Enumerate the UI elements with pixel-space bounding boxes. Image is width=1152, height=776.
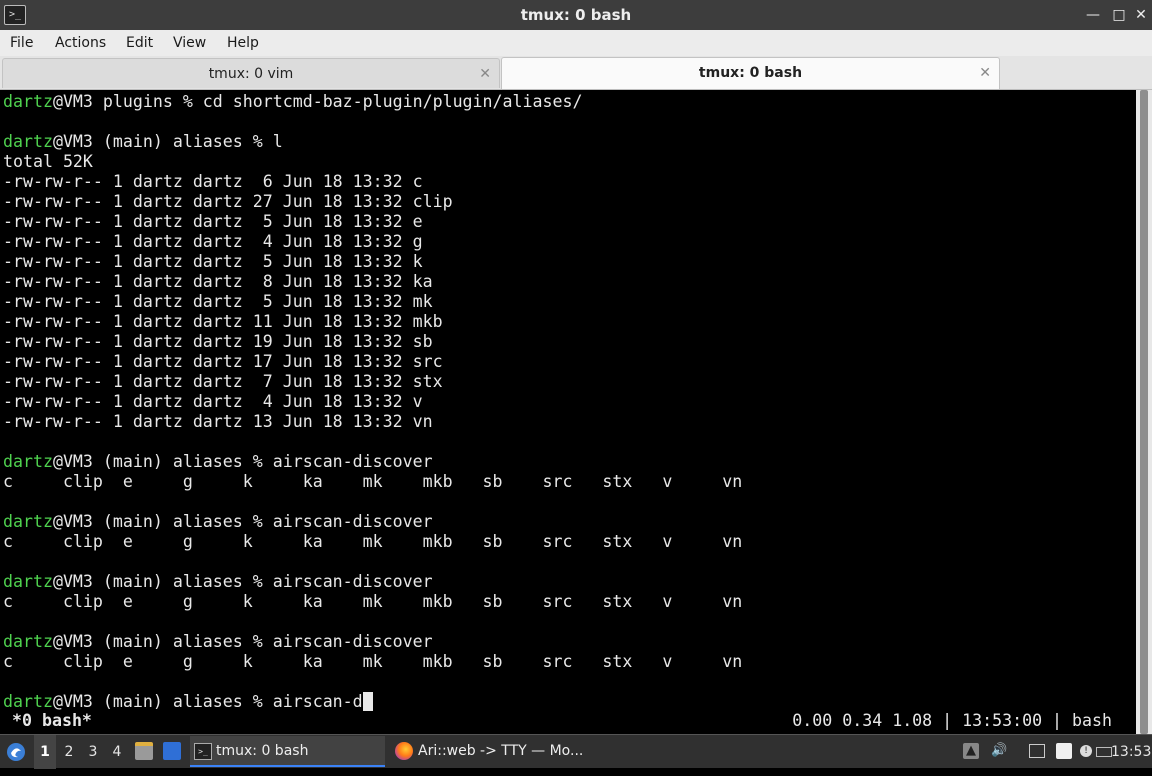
desktop-icon[interactable]: [163, 742, 181, 760]
output-line: -rw-rw-r-- 1 dartz dartz 17 Jun 18 13:32…: [3, 352, 443, 371]
output-line: -rw-rw-r-- 1 dartz dartz 19 Jun 18 13:32…: [3, 332, 433, 351]
output-line: -rw-rw-r-- 1 dartz dartz 27 Jun 18 13:32…: [3, 192, 453, 211]
menu-bar: File Actions Edit View Help: [0, 30, 1152, 56]
output-line: -rw-rw-r-- 1 dartz dartz 5 Jun 18 13:32 …: [3, 212, 423, 231]
tmux-status-right: 0.00 0.34 1.08 | 13:53:00 | bash: [792, 711, 1112, 730]
output-line: -rw-rw-r-- 1 dartz dartz 8 Jun 18 13:32 …: [3, 272, 433, 291]
output-line: -rw-rw-r-- 1 dartz dartz 5 Jun 18 13:32 …: [3, 292, 433, 311]
prompt-user: dartz: [3, 572, 53, 591]
maximize-icon[interactable]: □: [1108, 4, 1130, 26]
menu-edit[interactable]: Edit: [124, 30, 155, 56]
close-icon[interactable]: ✕: [1130, 4, 1152, 26]
prompt-line: dartz@VM3 (main) aliases % airscan-d: [3, 692, 373, 712]
firefox-icon: [395, 742, 413, 760]
prompt-line: dartz@VM3 (main) aliases % airscan-disco…: [3, 572, 433, 592]
output-line: c clip e g k ka mk mkb sb src stx v vn: [3, 472, 743, 491]
prompt-command: @VM3 (main) aliases % airscan-d: [52, 692, 363, 711]
task-firefox[interactable]: Ari::web -> TTY — Mo...: [392, 736, 592, 767]
prompt-line: dartz@VM3 (main) aliases % l: [3, 132, 283, 152]
output-line: -rw-rw-r-- 1 dartz dartz 7 Jun 18 13:32 …: [3, 372, 443, 391]
terminal-icon: >_: [194, 743, 212, 760]
tmux-window-status: *0 bash*: [12, 711, 92, 730]
app-menu-icon[interactable]: [4, 735, 28, 769]
menu-file[interactable]: File: [8, 30, 35, 56]
clock: 13:53: [1111, 744, 1152, 760]
workspace-3[interactable]: 3: [82, 735, 104, 769]
tab-vim[interactable]: tmux: 0 vim ✕: [2, 58, 500, 88]
tab-label: tmux: 0 vim: [208, 66, 294, 82]
output-line: -rw-rw-r-- 1 dartz dartz 13 Jun 18 13:32…: [3, 412, 433, 431]
prompt-command: @VM3 (main) aliases % airscan-discover: [52, 452, 433, 471]
prompt-command: @VM3 (main) aliases % airscan-discover: [52, 512, 433, 531]
output-line: -rw-rw-r-- 1 dartz dartz 11 Jun 18 13:32…: [3, 312, 443, 331]
tab-label: tmux: 0 bash: [698, 65, 803, 81]
text-cursor: [362, 692, 373, 711]
prompt-user: dartz: [3, 512, 53, 531]
tab-bash[interactable]: tmux: 0 bash ✕: [501, 57, 1000, 89]
prompt-line: dartz@VM3 plugins % cd shortcmd-baz-plug…: [3, 92, 582, 112]
keyboard-icon[interactable]: [1096, 747, 1112, 757]
notification-icon[interactable]: !: [1080, 745, 1092, 757]
task-label: Ari::web -> TTY — Mo...: [418, 743, 584, 759]
output-line: c clip e g k ka mk mkb sb src stx v vn: [3, 532, 743, 551]
prompt-command: @VM3 (main) aliases % l: [52, 132, 283, 151]
output-line: -rw-rw-r-- 1 dartz dartz 4 Jun 18 13:32 …: [3, 232, 423, 251]
output-line: -rw-rw-r-- 1 dartz dartz 5 Jun 18 13:32 …: [3, 252, 423, 271]
network-icon[interactable]: [1029, 744, 1045, 758]
terminal-output[interactable]: dartz@VM3 plugins % cd shortcmd-baz-plug…: [0, 90, 1136, 734]
task-label: tmux: 0 bash: [216, 743, 309, 759]
eject-icon[interactable]: ▲: [963, 743, 979, 759]
taskbar: 1 2 3 4 >_ tmux: 0 bash Ari::web -> TTY …: [0, 734, 1152, 769]
window-titlebar[interactable]: >_ tmux: 0 bash — □ ✕: [0, 0, 1152, 30]
menu-actions[interactable]: Actions: [53, 30, 108, 56]
prompt-command: @VM3 (main) aliases % airscan-discover: [52, 632, 433, 651]
prompt-command: @VM3 plugins % cd shortcmd-baz-plugin/pl…: [52, 92, 583, 111]
terminal-scrollbar[interactable]: [1136, 90, 1152, 734]
tab-close-icon[interactable]: ✕: [979, 58, 991, 88]
output-line: total 52K: [3, 152, 93, 171]
menu-help[interactable]: Help: [225, 30, 261, 56]
window-title: tmux: 0 bash: [520, 6, 632, 24]
prompt-line: dartz@VM3 (main) aliases % airscan-disco…: [3, 452, 433, 472]
output-line: -rw-rw-r-- 1 dartz dartz 4 Jun 18 13:32 …: [3, 392, 423, 411]
minimize-icon[interactable]: —: [1082, 4, 1104, 26]
prompt-command: @VM3 (main) aliases % airscan-discover: [52, 572, 433, 591]
prompt-user: dartz: [3, 632, 53, 651]
tab-bar: tmux: 0 vim ✕ tmux: 0 bash ✕: [0, 56, 1152, 90]
tab-close-icon[interactable]: ✕: [479, 59, 491, 89]
workspace-1[interactable]: 1: [34, 735, 56, 769]
output-line: c clip e g k ka mk mkb sb src stx v vn: [3, 592, 743, 611]
task-terminal[interactable]: >_ tmux: 0 bash: [190, 736, 385, 767]
prompt-user: dartz: [3, 92, 53, 111]
output-line: -rw-rw-r-- 1 dartz dartz 6 Jun 18 13:32 …: [3, 172, 423, 191]
clipboard-icon[interactable]: [1056, 743, 1072, 759]
prompt-user: dartz: [3, 132, 53, 151]
prompt-line: dartz@VM3 (main) aliases % airscan-disco…: [3, 632, 433, 652]
prompt-user: dartz: [3, 692, 53, 711]
output-line: c clip e g k ka mk mkb sb src stx v vn: [3, 652, 743, 671]
prompt-user: dartz: [3, 452, 53, 471]
menu-view[interactable]: View: [171, 30, 208, 56]
volume-icon[interactable]: 🔊: [991, 743, 1007, 759]
prompt-line: dartz@VM3 (main) aliases % airscan-disco…: [3, 512, 433, 532]
workspace-2[interactable]: 2: [58, 735, 80, 769]
file-manager-icon[interactable]: [135, 742, 153, 760]
scrollbar-thumb[interactable]: [1140, 90, 1148, 734]
workspace-4[interactable]: 4: [106, 735, 128, 769]
